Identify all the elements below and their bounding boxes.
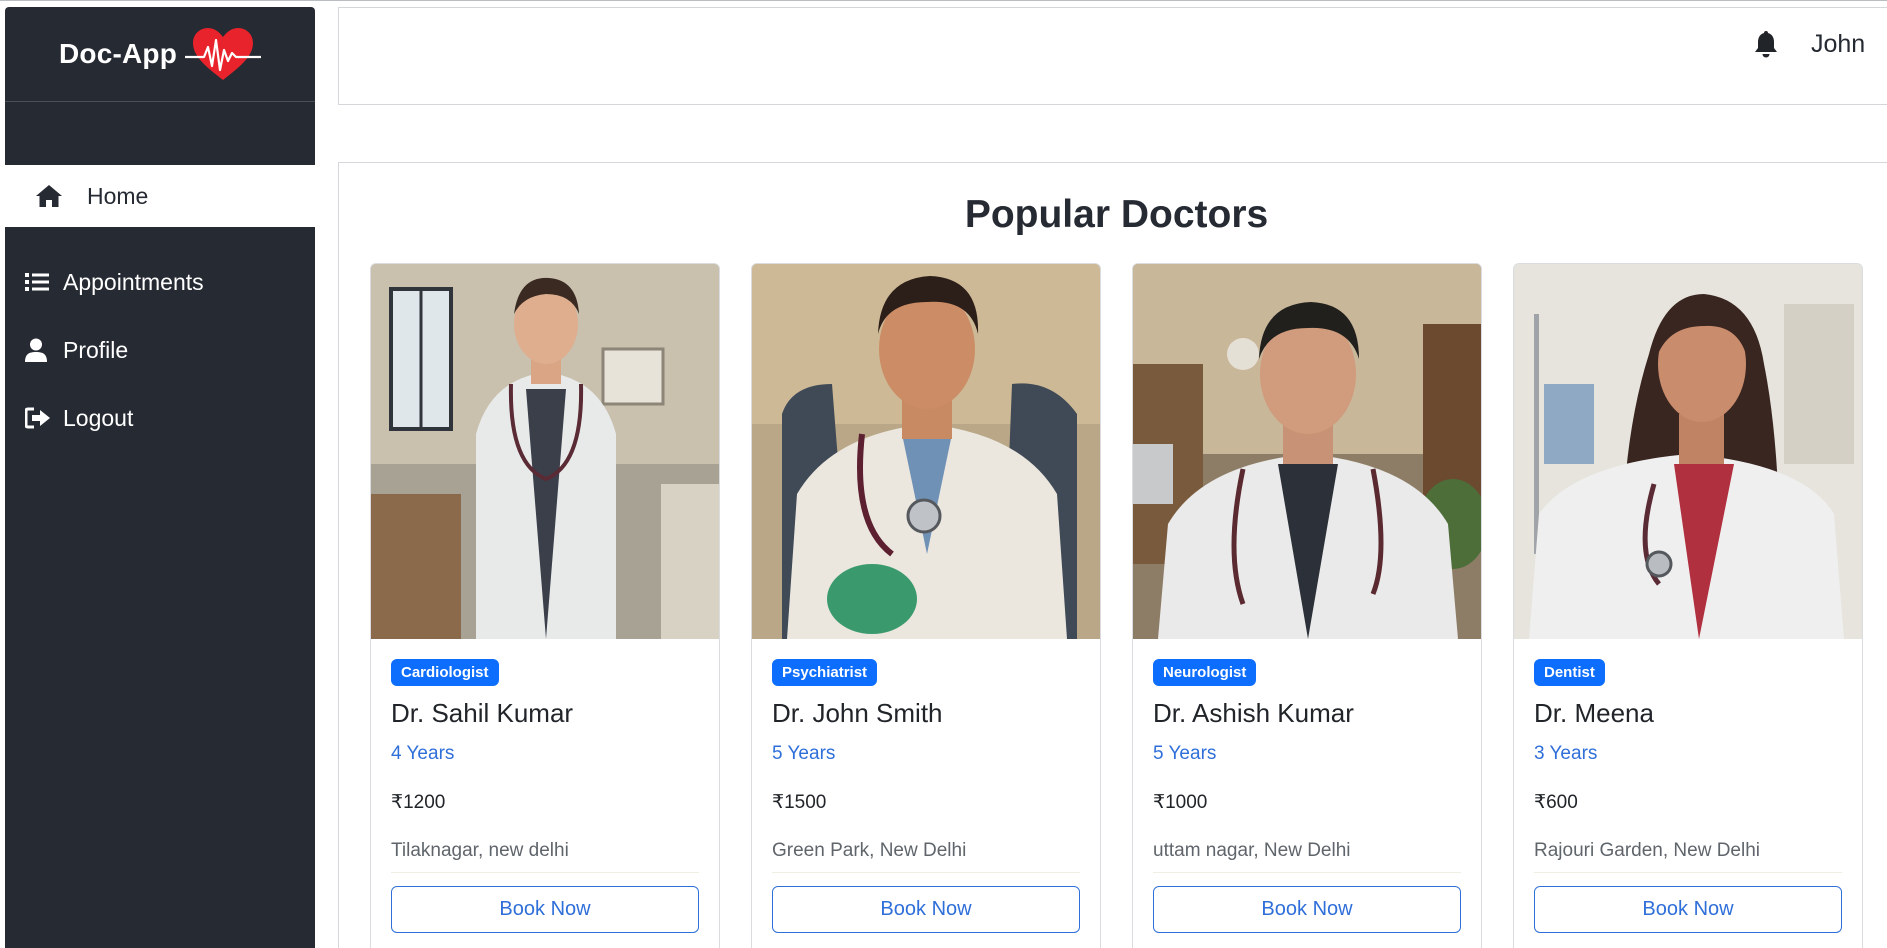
home-icon xyxy=(35,183,87,209)
doctor-card[interactable]: Dentist Dr. Meena 3 Years ₹600 Rajouri G… xyxy=(1513,263,1863,948)
sidebar-item-appointments[interactable]: Appointments xyxy=(5,251,315,313)
top-header: John xyxy=(338,7,1887,105)
doctor-fee: ₹1200 xyxy=(391,792,446,813)
user-name[interactable]: John xyxy=(1811,30,1865,59)
specialty-badge: Neurologist xyxy=(1153,659,1257,686)
doctor-fee: ₹1500 xyxy=(772,792,827,813)
sidebar-item-logout[interactable]: Logout xyxy=(5,387,315,449)
doctor-fee: ₹600 xyxy=(1534,792,1578,813)
main-content: Popular Doctors Cardiologist Dr. Sahil K… xyxy=(338,162,1887,948)
list-icon xyxy=(25,269,63,295)
sidebar-item-label: Appointments xyxy=(63,268,204,295)
book-now-button[interactable]: Book Now xyxy=(772,886,1080,933)
doctor-name: Dr. Meena xyxy=(1534,698,1654,728)
logout-icon xyxy=(25,405,63,431)
top-divider xyxy=(0,0,1887,3)
specialty-badge: Cardiologist xyxy=(391,659,499,686)
specialty-badge: Dentist xyxy=(1534,659,1605,686)
sidebar-item-label: Profile xyxy=(63,336,129,363)
doctor-location: Green Park, New Delhi xyxy=(772,840,1080,873)
book-now-button[interactable]: Book Now xyxy=(1534,886,1842,933)
doctor-photo xyxy=(1133,264,1481,639)
specialty-badge: Psychiatrist xyxy=(772,659,878,686)
doctor-name: Dr. John Smith xyxy=(772,698,943,728)
doctor-photo xyxy=(371,264,719,639)
doctor-experience: 5 Years xyxy=(772,743,836,764)
doctor-name: Dr. Ashish Kumar xyxy=(1153,698,1354,728)
sidebar-item-profile[interactable]: Profile xyxy=(5,313,315,387)
doctor-fee: ₹1000 xyxy=(1153,792,1208,813)
sidebar: Doc-App Home Appointments Profile Logout xyxy=(5,7,315,948)
doctor-location: Tilaknagar, new delhi xyxy=(391,840,699,873)
doctor-card[interactable]: Neurologist Dr. Ashish Kumar 5 Years ₹10… xyxy=(1132,263,1482,948)
sidebar-menu: Home Appointments Profile Logout xyxy=(5,165,315,449)
book-now-button[interactable]: Book Now xyxy=(1153,886,1461,933)
doctor-name: Dr. Sahil Kumar xyxy=(391,698,574,728)
book-now-button[interactable]: Book Now xyxy=(391,886,699,933)
doctor-experience: 3 Years xyxy=(1534,743,1598,764)
brand-name: Doc-App xyxy=(58,38,178,69)
doctor-card[interactable]: Cardiologist Dr. Sahil Kumar 4 Years ₹12… xyxy=(370,263,720,948)
doctor-location: Rajouri Garden, New Delhi xyxy=(1534,840,1842,873)
bell-icon[interactable] xyxy=(1753,29,1779,59)
user-icon xyxy=(25,337,63,363)
doctor-photo xyxy=(1514,264,1862,639)
doctor-card[interactable]: Psychiatrist Dr. John Smith 5 Years ₹150… xyxy=(751,263,1101,948)
sidebar-item-label: Home xyxy=(87,182,149,209)
doctor-photo xyxy=(752,264,1100,639)
brand[interactable]: Doc-App xyxy=(5,7,315,102)
sidebar-item-label: Logout xyxy=(63,404,134,431)
doctor-experience: 4 Years xyxy=(391,743,455,764)
heart-pulse-icon xyxy=(185,28,262,80)
doctor-experience: 5 Years xyxy=(1153,743,1217,764)
doctor-location: uttam nagar, New Delhi xyxy=(1153,840,1461,873)
sidebar-item-home[interactable]: Home xyxy=(5,165,315,227)
page-title: Popular Doctors xyxy=(964,193,1269,236)
